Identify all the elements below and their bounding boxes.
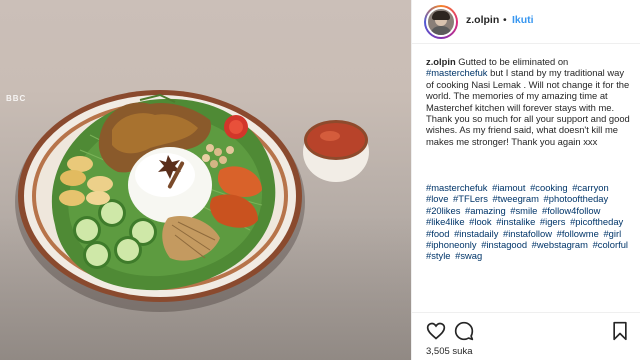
caption-body: but I stand by my traditional way of coo…: [426, 67, 630, 147]
hashtag-link[interactable]: #masterchefuk: [426, 182, 488, 193]
nasi-lemak-plate-image: [15, 90, 369, 312]
hashtag-link[interactable]: #colorful: [593, 239, 628, 250]
hashtag-link[interactable]: #iamout: [492, 182, 525, 193]
hashtag-link[interactable]: #carryon: [572, 182, 608, 193]
action-bar: 3,505 suka: [412, 312, 640, 360]
heart-icon[interactable]: [426, 321, 446, 341]
hashtag-link[interactable]: #instagood: [481, 239, 527, 250]
hashtag-link[interactable]: #igers: [540, 216, 566, 227]
caption-hashtag[interactable]: #masterchefuk: [426, 67, 488, 78]
avatar[interactable]: [426, 7, 456, 37]
hashtag-link[interactable]: #food: [426, 228, 449, 239]
hashtag-link[interactable]: #like4like: [426, 216, 465, 227]
hashtag-link[interactable]: #webstagram: [532, 239, 588, 250]
hashtag-link[interactable]: #iphoneonly: [426, 239, 477, 250]
caption-username[interactable]: z.olpin: [426, 56, 456, 67]
hashtag-link[interactable]: #picoftheday: [570, 216, 623, 227]
story-ring[interactable]: [424, 5, 458, 39]
separator-dot: •: [503, 14, 507, 26]
username-link[interactable]: z.olpin: [466, 14, 499, 26]
comment-icon[interactable]: [454, 321, 474, 341]
post-photo[interactable]: BBC: [0, 0, 411, 360]
hashtag-link[interactable]: #instalike: [496, 216, 535, 227]
hashtag-link[interactable]: #TFLers: [453, 193, 488, 204]
hashtag-link[interactable]: #20likes: [426, 205, 460, 216]
bbc-watermark: BBC: [6, 94, 27, 103]
follow-button[interactable]: Ikuti: [512, 14, 534, 26]
post-caption: z.olpin Gutted to be eliminated on #mast…: [426, 56, 632, 147]
hashtag-link[interactable]: #followme: [557, 228, 599, 239]
hashtag-link[interactable]: #photooftheday: [544, 193, 609, 204]
hashtag-list: #masterchefuk #iamout #cooking #carryon …: [426, 182, 634, 262]
hashtag-link[interactable]: #instafollow: [503, 228, 552, 239]
hashtag-link[interactable]: #instadaily: [454, 228, 498, 239]
hashtag-link[interactable]: #tweegram: [493, 193, 539, 204]
hashtag-link[interactable]: #style: [426, 250, 451, 261]
caption-text: Gutted to be eliminated on: [455, 56, 569, 67]
hashtag-link[interactable]: #girl: [603, 228, 621, 239]
hashtag-link[interactable]: #love: [426, 193, 448, 204]
bookmark-icon[interactable]: [610, 321, 630, 341]
hashtag-link[interactable]: #cooking: [530, 182, 568, 193]
hashtag-link[interactable]: #smile: [510, 205, 537, 216]
post-sidebar: z.olpin • Ikuti z.olpin Gutted to be eli…: [412, 0, 640, 360]
post-header: z.olpin • Ikuti: [412, 0, 640, 44]
hashtag-link[interactable]: #amazing: [465, 205, 506, 216]
hashtag-link[interactable]: #look: [469, 216, 491, 227]
hashtag-link[interactable]: #swag: [455, 250, 482, 261]
like-count[interactable]: 3,505 suka: [426, 346, 472, 357]
hashtag-link[interactable]: #follow4follow: [542, 205, 600, 216]
